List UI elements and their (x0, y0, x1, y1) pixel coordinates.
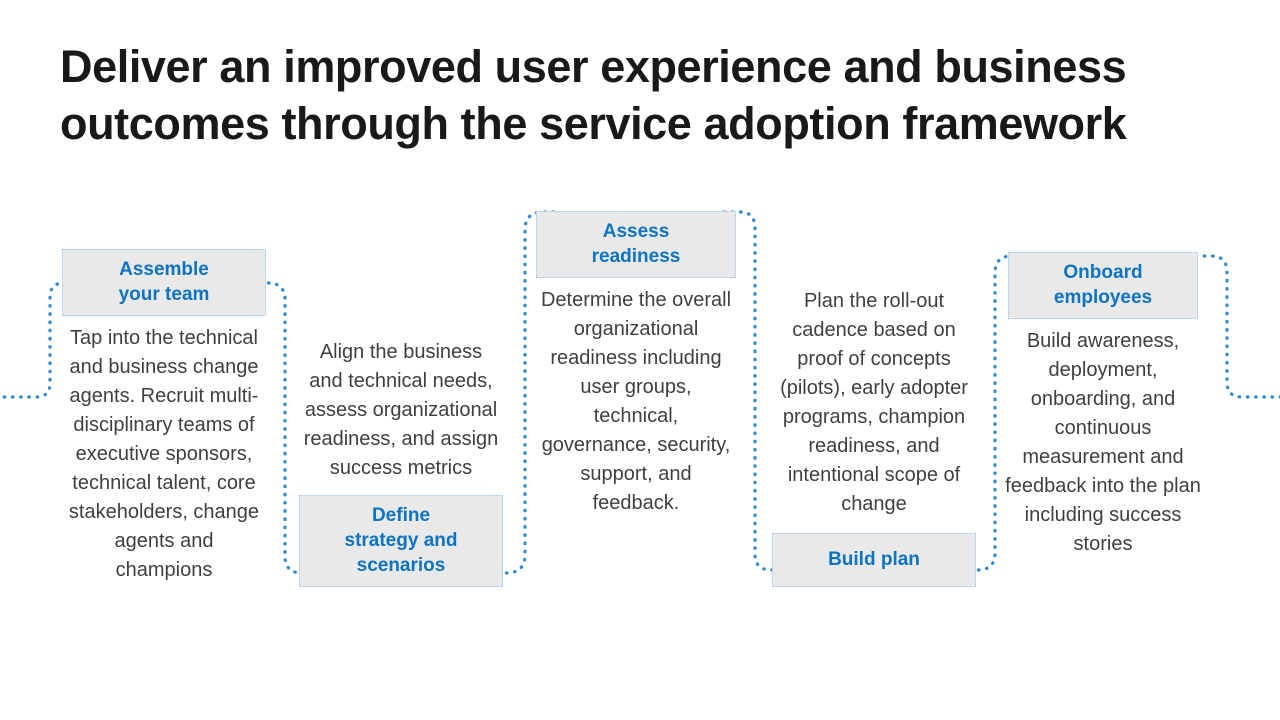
stage-body-build-plan: Plan the roll-out cadence based on proof… (780, 290, 968, 515)
stage-card-onboard-employees[interactable]: Onboard employees Build awareness, deplo… (1005, 252, 1201, 559)
stage-body-assess-readiness: Determine the overall organizational rea… (540, 289, 732, 514)
stage-card-assemble-your-team[interactable]: Assemble your team Tap into the technica… (62, 249, 266, 585)
stage-card-assess-readiness[interactable]: Assess readiness Determine the overall o… (536, 211, 736, 518)
stage-label-onboard-employees[interactable]: Onboard employees (1008, 252, 1198, 319)
stage-label-assemble-your-team[interactable]: Assemble your team (62, 249, 266, 316)
stage-body-assemble-your-team: Tap into the technical and business chan… (68, 327, 260, 581)
stage-body-define-strategy-and-scenarios: Align the business and technical needs, … (303, 341, 499, 479)
connector-exit-right (1194, 254, 1280, 399)
stage-card-build-plan[interactable]: Plan the roll-out cadence based on proof… (772, 287, 976, 587)
page-title: Deliver an improved user experience and … (60, 41, 1127, 149)
stage-label-build-plan[interactable]: Build plan (772, 533, 976, 587)
stage-label-assess-readiness[interactable]: Assess readiness (536, 211, 736, 278)
stage-label-define-strategy-and-scenarios[interactable]: Define strategy and scenarios (299, 495, 503, 587)
stage-card-define-strategy-and-scenarios[interactable]: Align the business and technical needs, … (299, 338, 503, 587)
stage-body-onboard-employees: Build awareness, deployment, onboarding,… (1005, 330, 1201, 555)
